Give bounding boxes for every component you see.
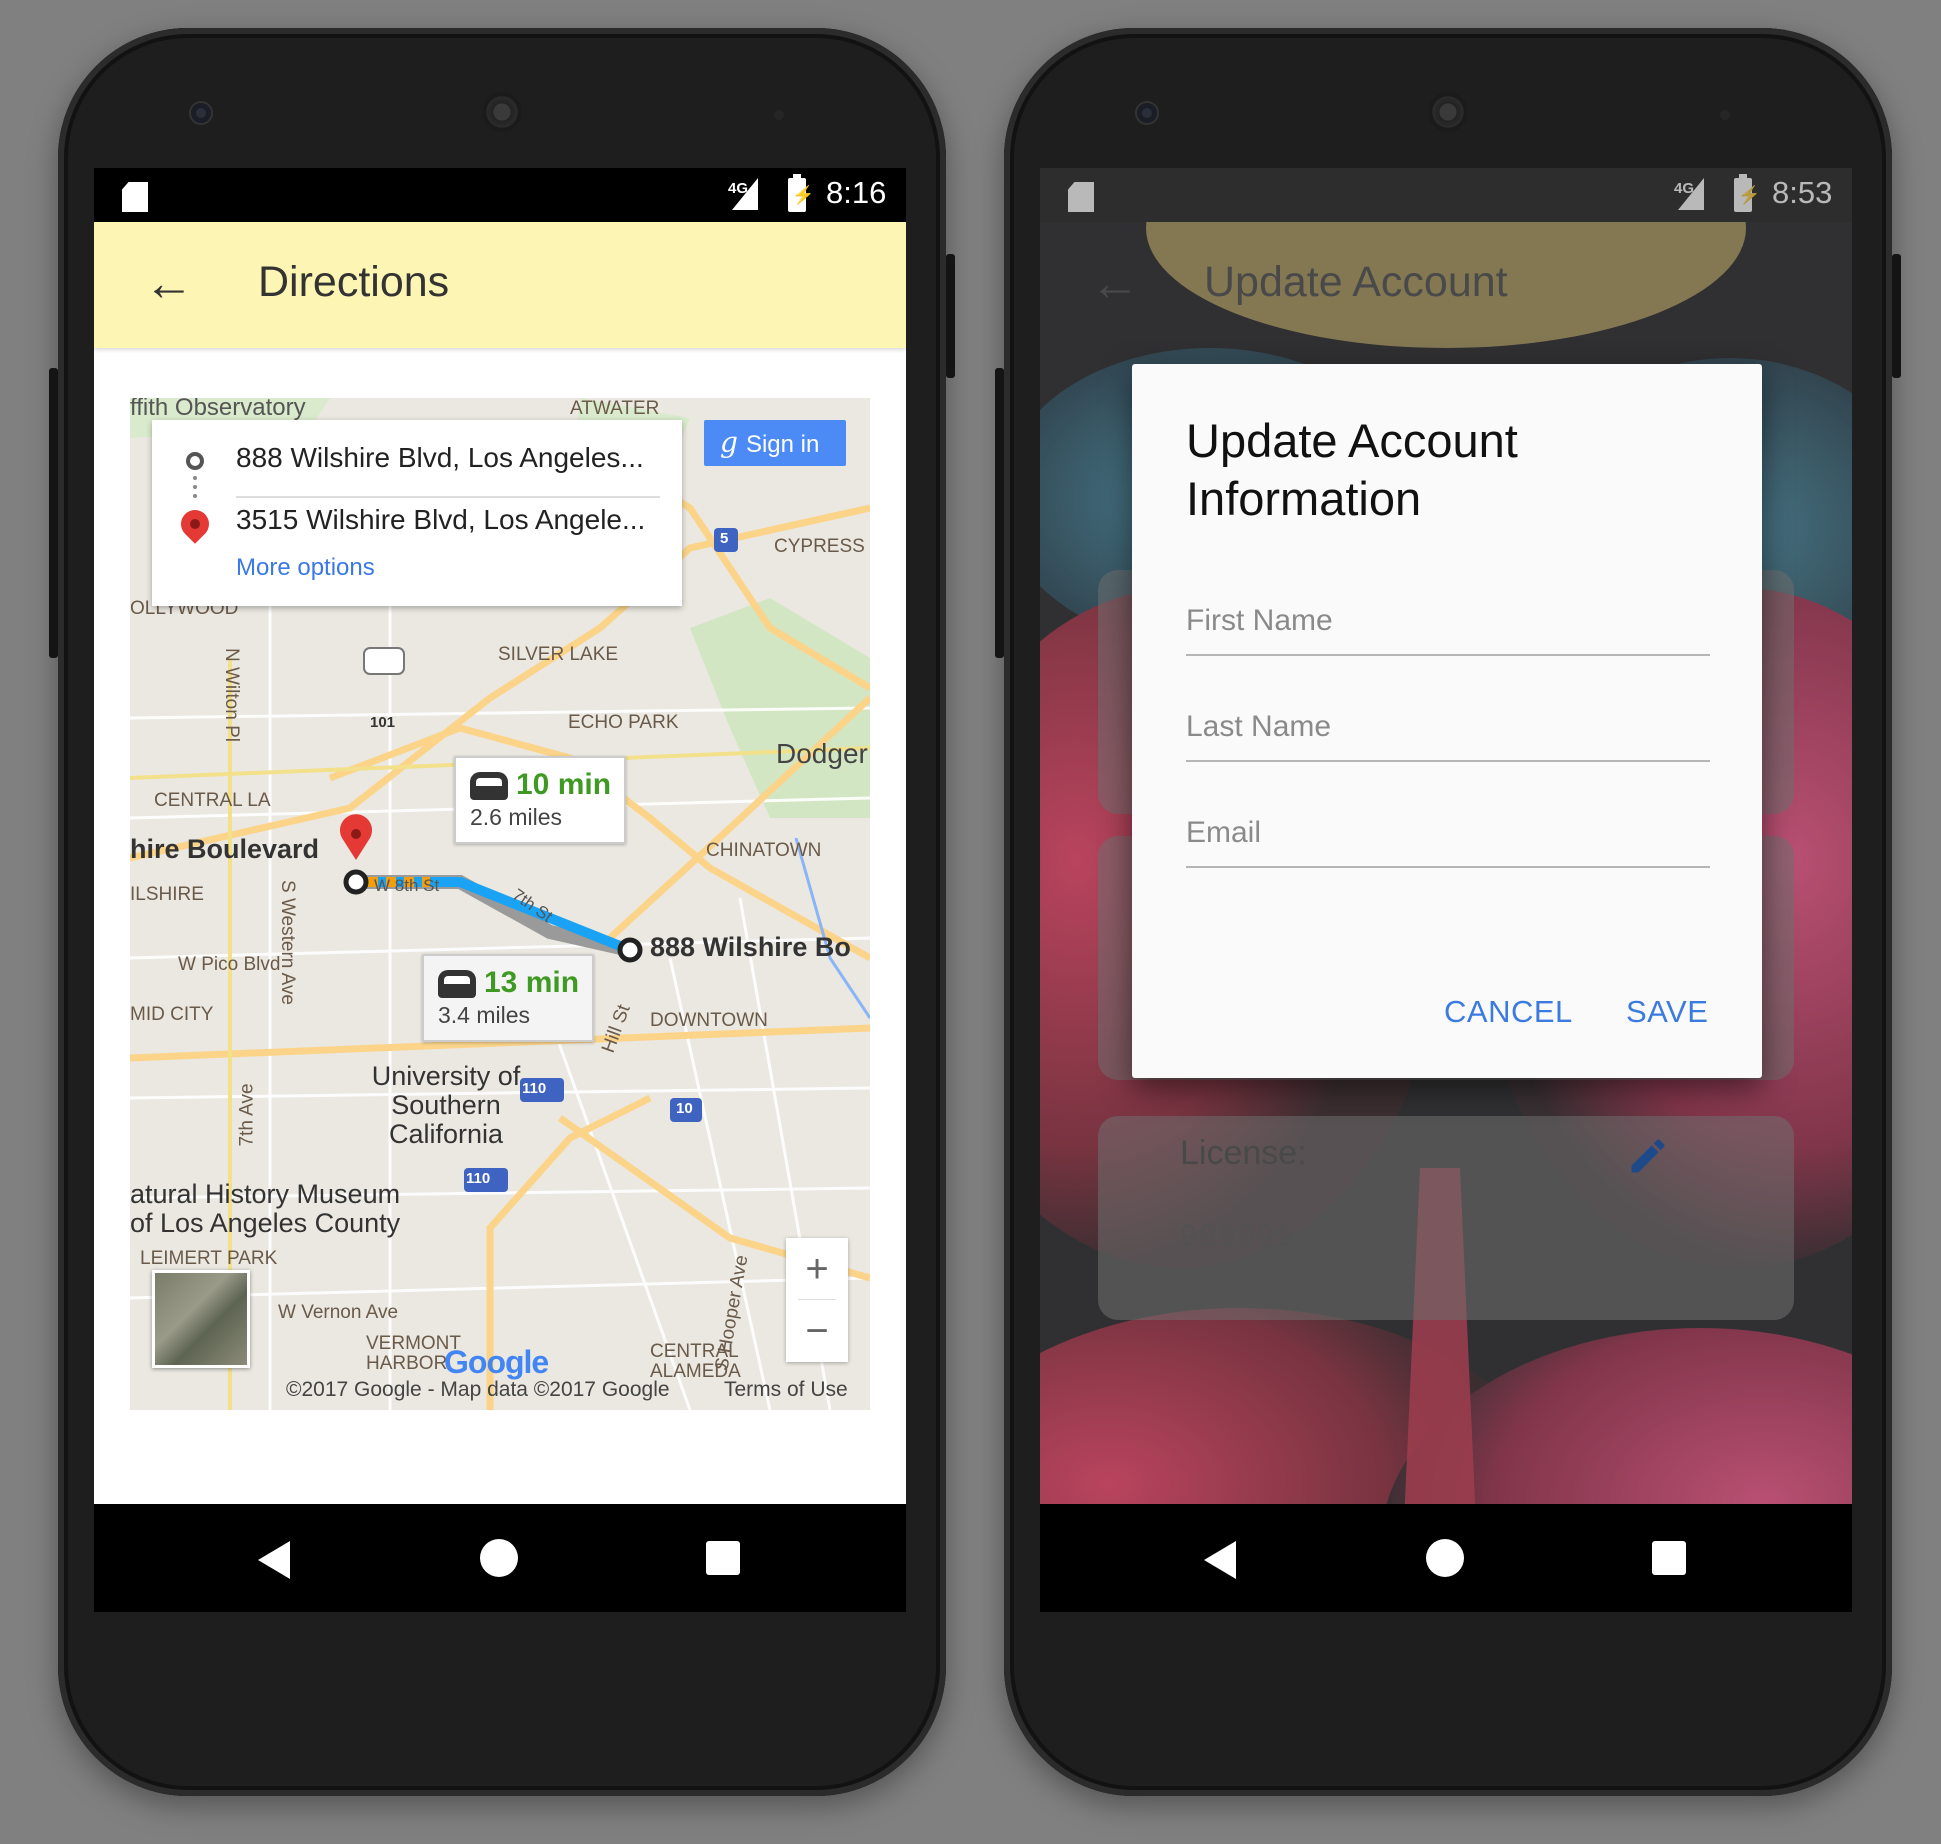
front-camera — [191, 103, 211, 123]
power-button — [49, 368, 58, 658]
map-label-7th-ave: 7th Ave — [236, 1083, 258, 1147]
map-label-downtown: DOWNTOWN — [650, 1010, 768, 1031]
earpiece-speaker — [482, 92, 522, 132]
route-distance: 2.6 miles — [470, 804, 563, 830]
origin-dot-icon — [186, 452, 204, 470]
front-camera — [1137, 103, 1157, 123]
update-account-dialog: Update Account Information CANCEL SAVE — [1132, 364, 1762, 1078]
map-label-destination: 888 Wilshire Bo — [650, 932, 851, 962]
more-options-link[interactable]: More options — [236, 554, 375, 582]
google-logo: Google — [444, 1344, 549, 1380]
route-time: 13 min — [484, 966, 580, 999]
last-name-field[interactable] — [1186, 694, 1710, 762]
power-button — [995, 368, 1004, 658]
sign-in-label: Sign in — [745, 431, 820, 458]
zoom-in-button[interactable]: + — [786, 1238, 848, 1300]
route-time: 10 min — [516, 768, 612, 801]
route-info-primary[interactable]: 10 min 2.6 miles — [454, 756, 626, 844]
proximity-sensor — [1720, 110, 1730, 120]
map-label-leimert: LEIMERT PARK — [140, 1248, 278, 1269]
map-label-central-alameda: CENTRAL ALAMEDA — [650, 1341, 741, 1382]
route-110-shield-south: 110 — [466, 1170, 491, 1187]
map-label-observatory: ffith Observatory — [130, 398, 306, 421]
volume-button — [946, 254, 955, 378]
terms-of-use-link[interactable]: Terms of Use — [724, 1378, 848, 1402]
map-label-pico: W Pico Blvd — [178, 954, 281, 975]
map-label-w8th: W 8th St — [374, 876, 440, 895]
page-title: Directions — [258, 258, 450, 306]
satellite-view-thumbnail[interactable] — [152, 1270, 250, 1368]
save-button[interactable]: SAVE — [1626, 994, 1708, 1030]
map-label-usc: University of Southern California — [371, 1061, 521, 1149]
battery-icon: ⚡ — [788, 174, 814, 212]
status-bar: 4G ⚡ 8:16 — [94, 168, 906, 222]
map-label-vernon: W Vernon Ave — [278, 1302, 399, 1323]
google-g-icon: g — [720, 426, 738, 459]
nav-back-icon[interactable] — [1204, 1541, 1236, 1579]
nav-home-icon[interactable] — [1426, 1539, 1464, 1577]
back-arrow-icon[interactable]: ← — [144, 258, 194, 308]
charging-icon: ⚡ — [792, 185, 815, 205]
screen-update-account: 4G ⚡ 8:53 ← Update Account License: 9999… — [1040, 168, 1852, 1612]
navigation-bar — [94, 1504, 906, 1612]
zoom-controls: + − — [786, 1238, 848, 1362]
dialog-title: Update Account Information — [1186, 414, 1518, 525]
map-label-museum: atural History Museum of Los Angeles Cou… — [130, 1179, 401, 1238]
cancel-button[interactable]: CANCEL — [1444, 994, 1573, 1030]
nav-back-icon[interactable] — [258, 1541, 290, 1579]
car-icon — [470, 772, 508, 800]
map-copyright: ©2017 Google - Map data ©2017 Google — [286, 1378, 670, 1401]
sign-in-button[interactable]: g Sign in — [704, 420, 846, 466]
nav-home-icon[interactable] — [480, 1539, 518, 1577]
phone-left: 4G ⚡ 8:16 ← Directions ffith Observatory… — [49, 28, 955, 1796]
status-time: 8:16 — [826, 175, 887, 210]
zoom-out-button[interactable]: − — [786, 1300, 848, 1362]
earpiece-speaker — [1428, 92, 1468, 132]
card-divider — [236, 496, 660, 498]
volume-button — [1892, 254, 1901, 378]
phone-right: 4G ⚡ 8:53 ← Update Account License: 9999… — [995, 28, 1901, 1796]
route-5-shield: 5 — [720, 530, 729, 547]
route-10-shield: 10 — [676, 1100, 693, 1117]
edit-pencil-icon[interactable] — [1626, 1134, 1670, 1178]
sd-card-icon — [122, 182, 148, 212]
route-info-alternate[interactable]: 13 min 3.4 miles — [422, 954, 594, 1042]
route-101-shield: 101 — [370, 714, 396, 731]
map-label-central-la: CENTRAL LA — [154, 790, 271, 811]
navigation-bar — [1040, 1504, 1852, 1612]
map-label-western: S Western Ave — [277, 880, 298, 1005]
map-label-echo-park: ECHO PARK — [568, 712, 679, 733]
destination-address[interactable]: 3515 Wilshire Blvd, Los Angele... — [236, 504, 645, 536]
map-label-wilshire-boulevard: hire Boulevard — [130, 834, 320, 864]
directions-card: 888 Wilshire Blvd, Los Angeles... 3515 W… — [152, 420, 682, 606]
embedded-map[interactable]: ffith Observatory ATWATER CYPRESS OLLYWO… — [130, 398, 870, 1410]
nav-recents-icon[interactable] — [1652, 1541, 1686, 1575]
map-label-atwater: ATWATER — [570, 398, 660, 419]
route-dots-icon — [193, 476, 201, 498]
nav-recents-icon[interactable] — [706, 1541, 740, 1575]
screen-directions: 4G ⚡ 8:16 ← Directions ffith Observatory… — [94, 168, 906, 1612]
email-field[interactable] — [1186, 800, 1710, 868]
map-label-cypress: CYPRESS — [774, 536, 865, 557]
car-icon — [438, 970, 476, 998]
map-label-mid-city: MID CITY — [130, 1004, 214, 1025]
map-label-chinatown: CHINATOWN — [706, 840, 822, 861]
app-bar: ← Directions — [94, 222, 906, 348]
map-label-dodger: Dodger — [776, 738, 868, 769]
map-label-wilshire: ILSHIRE — [130, 884, 204, 905]
first-name-field[interactable] — [1186, 588, 1710, 656]
proximity-sensor — [774, 110, 784, 120]
origin-address[interactable]: 888 Wilshire Blvd, Los Angeles... — [236, 442, 644, 474]
map-label-wilton: N Wilton Pl — [221, 648, 242, 742]
destination-pin-icon — [175, 504, 215, 544]
route-110-shield: 110 — [522, 1080, 547, 1097]
map-label-silver-lake: SILVER LAKE — [498, 644, 619, 665]
route-distance: 3.4 miles — [438, 1002, 531, 1028]
